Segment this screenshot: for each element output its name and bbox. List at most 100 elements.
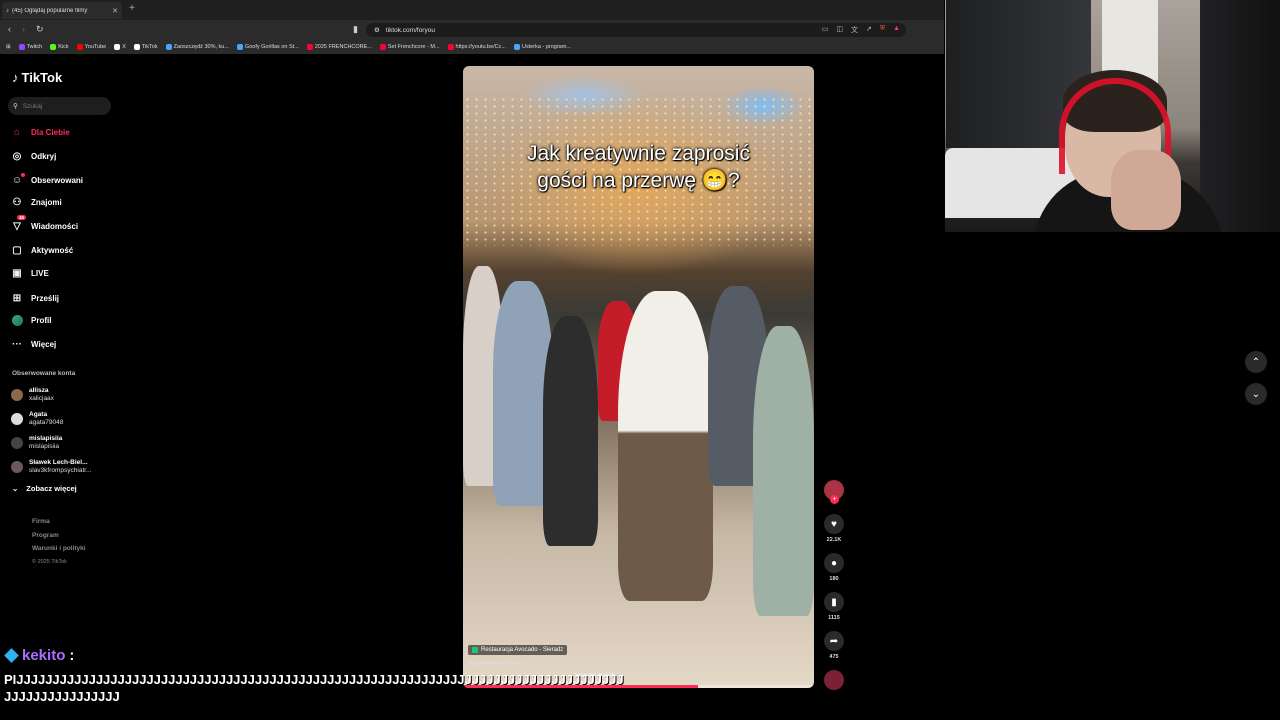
nav-przeslij[interactable]: ⊞ Prześlij <box>11 292 59 304</box>
nav-wiadomosci[interactable]: ▽ 45 Wiadomości <box>11 215 78 232</box>
site-info-icon[interactable]: ⚙ <box>374 26 380 34</box>
nav-profil[interactable]: Profil <box>11 314 51 326</box>
tiktok-sidebar: ♪ TikTok ⚲ Szukaj ⌂ Dla Ciebie ◎ Odkryj … <box>0 58 130 578</box>
search-icon: ⚲ <box>13 103 18 110</box>
nav-wiecej[interactable]: ··· Więcej <box>11 338 56 350</box>
music-disc-icon <box>824 670 844 690</box>
bookmark-item[interactable]: Kick <box>50 44 69 50</box>
chat-colon: : <box>69 647 75 664</box>
followed-account[interactable]: Sławek Lech-Biel... slav3kfrompsychiatr..… <box>11 459 92 475</box>
footer-link-program[interactable]: Program <box>32 529 86 543</box>
avatar <box>11 461 23 473</box>
footer-links: Firma Program Warunki i polityki © 2025 … <box>32 515 86 569</box>
guest-figure <box>753 326 814 616</box>
nav-aktywnosc[interactable]: ▢ Aktywność <box>11 244 73 256</box>
chevron-down-icon: ⌄ <box>1251 388 1261 400</box>
bookmark-item[interactable]: https://youtu.be/Cc... <box>447 44 506 50</box>
close-tab-icon[interactable]: ✕ <box>112 7 118 15</box>
avatar: + <box>824 480 844 504</box>
bookmark-favicon-icon <box>236 44 243 50</box>
brave-shield-icon[interactable]: ⛨ <box>880 25 885 35</box>
tiktok-logo[interactable]: ♪ TikTok <box>12 70 62 85</box>
chat-username: kekito : <box>4 647 75 664</box>
bookmark-favicon-icon <box>114 44 121 50</box>
bookmark-favicon-icon <box>447 44 454 50</box>
nav-obserwowani[interactable]: ☺ Obserwowani <box>11 173 83 186</box>
tab-title: (45) Oglądaj popularne filmy <box>12 7 88 14</box>
url-field[interactable]: ⚙ tiktok.com/foryou ▭ ◫ 文 ↗ ⛨ ▲ <box>366 23 906 37</box>
webcam-overlay <box>945 0 1280 232</box>
next-video-button[interactable]: ⌄ <box>1245 383 1267 405</box>
save-button[interactable]: ▮ 1115 <box>821 592 847 621</box>
share-arrow-icon: ➦ <box>824 631 844 651</box>
bookmark-favicon-icon <box>18 44 25 50</box>
streamer-hand <box>1111 150 1181 230</box>
bookmark-favicon-icon <box>165 44 172 50</box>
friends-icon: ⚇ <box>12 196 22 208</box>
bookmark-favicon-icon <box>76 44 83 50</box>
copyright: © 2025 TikTok <box>32 558 67 565</box>
bookmark-item[interactable]: 2025 FRENCHCORE... <box>306 44 372 50</box>
footer-link-terms[interactable]: Warunki i polityki <box>32 542 86 556</box>
follow-plus-icon[interactable]: + <box>830 495 839 504</box>
location-badge[interactable]: Restauracja Avocado - Sieradz <box>468 645 568 655</box>
avatar <box>11 389 23 401</box>
bookmark-item[interactable]: Zaoszczędź 30%, ku... <box>165 44 229 50</box>
bookmark-favicon-icon <box>50 44 57 50</box>
bookmark-item[interactable]: YouTube <box>76 44 106 50</box>
nav-znajomi[interactable]: ⚇ Znajomi <box>11 196 62 208</box>
guest-figure <box>618 291 713 601</box>
messages-icon: ▽ 45 <box>13 215 27 232</box>
previous-video-button[interactable]: ⌃ <box>1245 351 1267 373</box>
bookmark-item[interactable]: Goofy Gorillas on St... <box>236 44 299 50</box>
profile-icon <box>11 314 23 326</box>
comment-button[interactable]: ● 180 <box>821 553 847 582</box>
like-button[interactable]: ♥ 22.1K <box>821 514 847 543</box>
location-pin-icon <box>472 647 478 653</box>
save-count: 1115 <box>828 615 840 621</box>
see-more-button[interactable]: ⌄ Zobacz więcej <box>12 484 77 493</box>
followed-account[interactable]: mislapisiia mislapisiia <box>11 435 62 451</box>
translate-icon[interactable]: 文 <box>851 25 858 35</box>
share-icon[interactable]: ↗ <box>866 25 872 35</box>
bookmarks-bar: ⊞ Twitch Kick YouTube X TikTok Zaoszczęd… <box>0 40 944 54</box>
nav-odkryj[interactable]: ◎ Odkryj <box>11 150 57 162</box>
followed-account[interactable]: Agata agata79048 <box>11 411 63 427</box>
nav-dla-ciebie[interactable]: ⌂ Dla Ciebie <box>11 126 70 138</box>
creator-avatar-button[interactable]: + <box>821 480 847 504</box>
followed-account[interactable]: allisza xalicjaax <box>11 387 54 403</box>
cast-icon[interactable]: ▭ <box>822 25 829 35</box>
bookmark-item[interactable]: TikTok <box>133 44 158 50</box>
footer-link-firma[interactable]: Firma <box>32 515 86 529</box>
upload-icon: ⊞ <box>12 292 22 304</box>
new-tab-icon[interactable]: + <box>129 3 135 14</box>
bookmark-item[interactable]: Twitch <box>18 44 42 50</box>
bookmark-icon[interactable]: ▮ <box>353 24 358 35</box>
bookmark-item[interactable]: X <box>114 44 126 50</box>
nav-live[interactable]: ▣ LIVE <box>11 267 49 279</box>
following-icon: ☺ <box>11 173 25 186</box>
messages-badge: 45 <box>17 215 27 220</box>
home-icon: ⌂ <box>13 126 21 138</box>
chat-message: PIJJJJJJJJJJJJJJJJJJJJJJJJJJJJJJJJJJJJJJ… <box>4 672 624 704</box>
screenshot-icon[interactable]: ◫ <box>836 25 843 35</box>
url-text: tiktok.com/foryou <box>385 26 435 34</box>
brave-rewards-icon[interactable]: ▲ <box>893 25 900 35</box>
like-count: 22.1K <box>826 537 842 543</box>
music-disc-button[interactable] <box>821 670 847 690</box>
webcam-curtain <box>1200 0 1280 232</box>
forward-icon[interactable]: › <box>22 24 25 34</box>
back-icon[interactable]: ‹ <box>8 24 11 34</box>
apps-grid-icon[interactable]: ⊞ <box>6 44 11 50</box>
bookmark-item[interactable]: Usterka - program... <box>514 44 571 50</box>
share-button[interactable]: ➦ 475 <box>821 631 847 660</box>
video-author[interactable]: djpawelsiedziona <box>469 660 522 667</box>
video-caption-overlay: Jak kreatywnie zaprosić gości na przerwę… <box>527 142 750 192</box>
search-input[interactable]: ⚲ Szukaj <box>8 97 111 115</box>
live-icon: ▣ <box>12 267 22 279</box>
reload-icon[interactable]: ↻ <box>36 24 44 35</box>
bookmark-favicon-icon <box>514 44 520 50</box>
browser-tab[interactable]: ♪ (45) Oglądaj popularne filmy ✕ <box>2 2 122 19</box>
video-player[interactable]: Jak kreatywnie zaprosić gości na przerwę… <box>463 66 814 688</box>
bookmark-item[interactable]: Set Frenchcore - M... <box>379 44 440 50</box>
